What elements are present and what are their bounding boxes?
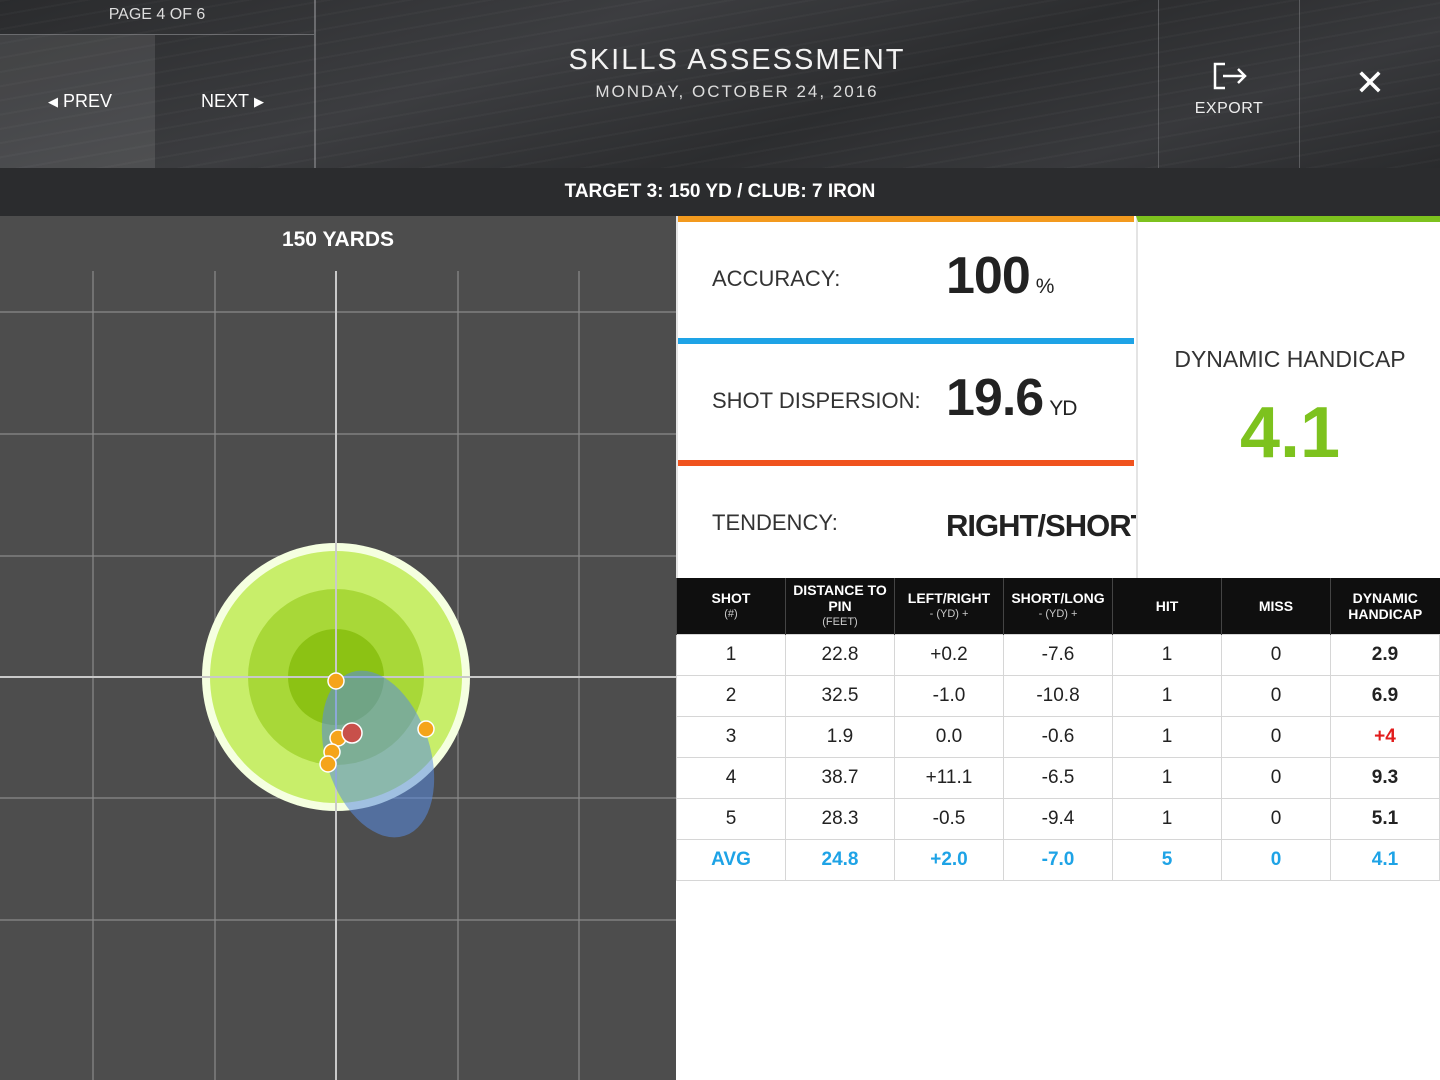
table-cell: 32.5	[785, 675, 895, 717]
shot-dispersion-card: SHOT DISPERSION: 19.6 YD	[678, 338, 1134, 464]
target-info-bar: TARGET 3: 150 YD / CLUB: 7 IRON	[0, 168, 1440, 216]
table-cell: 6.9	[1330, 675, 1440, 717]
page-navigation: PAGE 4 OF 6 ◀ PREV NEXT ▶	[0, 0, 316, 168]
average-shot-marker	[341, 722, 363, 744]
accuracy-value: 100%	[946, 247, 1054, 305]
table-cell: 0	[1221, 757, 1331, 799]
table-cell: -0.6	[1003, 716, 1113, 758]
shot-dispersion-map: 150 YARDS	[0, 216, 676, 1080]
table-row: 4 38.7 +11.1 -6.5 1 0 9.3	[676, 757, 1440, 799]
page-indicator: PAGE 4 OF 6	[0, 0, 314, 35]
triangle-right-icon: ▶	[254, 93, 264, 109]
prev-label: PREV	[62, 91, 113, 111]
table-cell: +0.2	[894, 634, 1004, 676]
table-cell: 38.7	[785, 757, 895, 799]
column-header: SHOT (#)	[676, 578, 786, 635]
table-row: 1 22.8 +0.2 -7.6 1 0 2.9	[676, 634, 1440, 676]
table-cell: 28.3	[785, 798, 895, 840]
table-header-row: SHOT (#) DISTANCE TO PIN (FEET) LEFT/RIGHT…	[676, 578, 1440, 635]
table-cell: 5	[676, 798, 786, 840]
table-cell: 0	[1221, 716, 1331, 758]
table-cell: 5.1	[1330, 798, 1440, 840]
column-header: DYNAMIC HANDICAP	[1330, 578, 1440, 635]
accuracy-card: ACCURACY: 100%	[678, 216, 1134, 342]
table-row: 3 1.9 0.0 -0.6 1 0 +4	[676, 716, 1440, 758]
table-cell: +4	[1330, 716, 1440, 758]
tendency-value: RIGHT/SHORT	[946, 508, 1150, 543]
table-cell: +11.1	[894, 757, 1004, 799]
page-date: MONDAY, OCTOBER 24, 2016	[595, 82, 879, 101]
table-cell: -7.0	[1003, 839, 1113, 881]
export-label: EXPORT	[1194, 100, 1264, 117]
table-cell: 0	[1221, 839, 1331, 881]
export-icon	[1213, 62, 1247, 90]
table-cell: 4	[676, 757, 786, 799]
close-button[interactable]: ✕	[1340, 58, 1400, 108]
table-cell: 24.8	[785, 839, 895, 881]
column-header: HIT	[1112, 578, 1222, 635]
column-header: DISTANCE TO PIN (FEET)	[785, 578, 895, 635]
column-header: SHORT/LONG - (YD) +	[1003, 578, 1113, 635]
shot-marker	[417, 720, 435, 738]
accuracy-label: ACCURACY:	[712, 266, 841, 291]
table-cell: 0	[1221, 675, 1331, 717]
handicap-label: DYNAMIC HANDICAP	[1174, 346, 1406, 372]
dispersion-label: SHOT DISPERSION:	[712, 388, 921, 413]
table-cell: -7.6	[1003, 634, 1113, 676]
table-cell: 4.1	[1330, 839, 1440, 881]
table-cell: -0.5	[894, 798, 1004, 840]
table-cell: 0.0	[894, 716, 1004, 758]
dispersion-value: 19.6 YD	[946, 369, 1077, 427]
table-cell: 1	[1112, 634, 1222, 676]
table-cell: 1	[1112, 798, 1222, 840]
table-cell: 5	[1112, 839, 1222, 881]
table-cell: -1.0	[894, 675, 1004, 717]
shot-marker	[319, 755, 337, 773]
table-cell: -6.5	[1003, 757, 1113, 799]
table-cell: 1	[1112, 675, 1222, 717]
tendency-label: TENDENCY:	[712, 510, 838, 535]
table-cell: 3	[676, 716, 786, 758]
table-cell: 1	[676, 634, 786, 676]
table-cell: 2	[676, 675, 786, 717]
page-title: SKILLS ASSESSMENT	[568, 44, 906, 76]
export-button[interactable]: EXPORT	[1158, 0, 1300, 168]
table-row: 5 28.3 -0.5 -9.4 1 0 5.1	[676, 798, 1440, 840]
table-cell: 0	[1221, 798, 1331, 840]
table-cell: 0	[1221, 634, 1331, 676]
table-cell: -9.4	[1003, 798, 1113, 840]
map-canvas	[0, 271, 676, 1080]
header-bar: PAGE 4 OF 6 ◀ PREV NEXT ▶ SKILLS ASSESSM…	[0, 0, 1440, 168]
column-header: LEFT/RIGHT - (YD) +	[894, 578, 1004, 635]
table-cell: 1.9	[785, 716, 895, 758]
table-cell: 1	[1112, 716, 1222, 758]
table-cell: AVG	[676, 839, 786, 881]
next-label: NEXT	[200, 91, 249, 111]
column-header: MISS	[1221, 578, 1331, 635]
triangle-left-icon: ◀	[47, 93, 58, 109]
table-row: 2 32.5 -1.0 -10.8 1 0 6.9	[676, 675, 1440, 717]
table-cell: -10.8	[1003, 675, 1113, 717]
dynamic-handicap-card: DYNAMIC HANDICAP 4.1	[1136, 216, 1440, 584]
shot-marker	[327, 672, 345, 690]
table-cell: 2.9	[1330, 634, 1440, 676]
table-cell: 1	[1112, 757, 1222, 799]
table-cell: 22.8	[785, 634, 895, 676]
table-row-average: AVG 24.8 +2.0 -7.0 5 0 4.1	[676, 839, 1440, 881]
map-title: 150 YARDS	[281, 228, 395, 251]
tendency-card: TENDENCY: RIGHT/SHORT	[678, 460, 1150, 584]
prev-button[interactable]: ◀ PREV	[0, 35, 155, 168]
table-cell: +2.0	[894, 839, 1004, 881]
next-button[interactable]: NEXT ▶	[156, 35, 314, 168]
shots-table: SHOT (#) DISTANCE TO PIN (FEET) LEFT/RIGHT…	[676, 578, 1440, 881]
handicap-value: 4.1	[1239, 393, 1341, 473]
table-cell: 9.3	[1330, 757, 1440, 799]
